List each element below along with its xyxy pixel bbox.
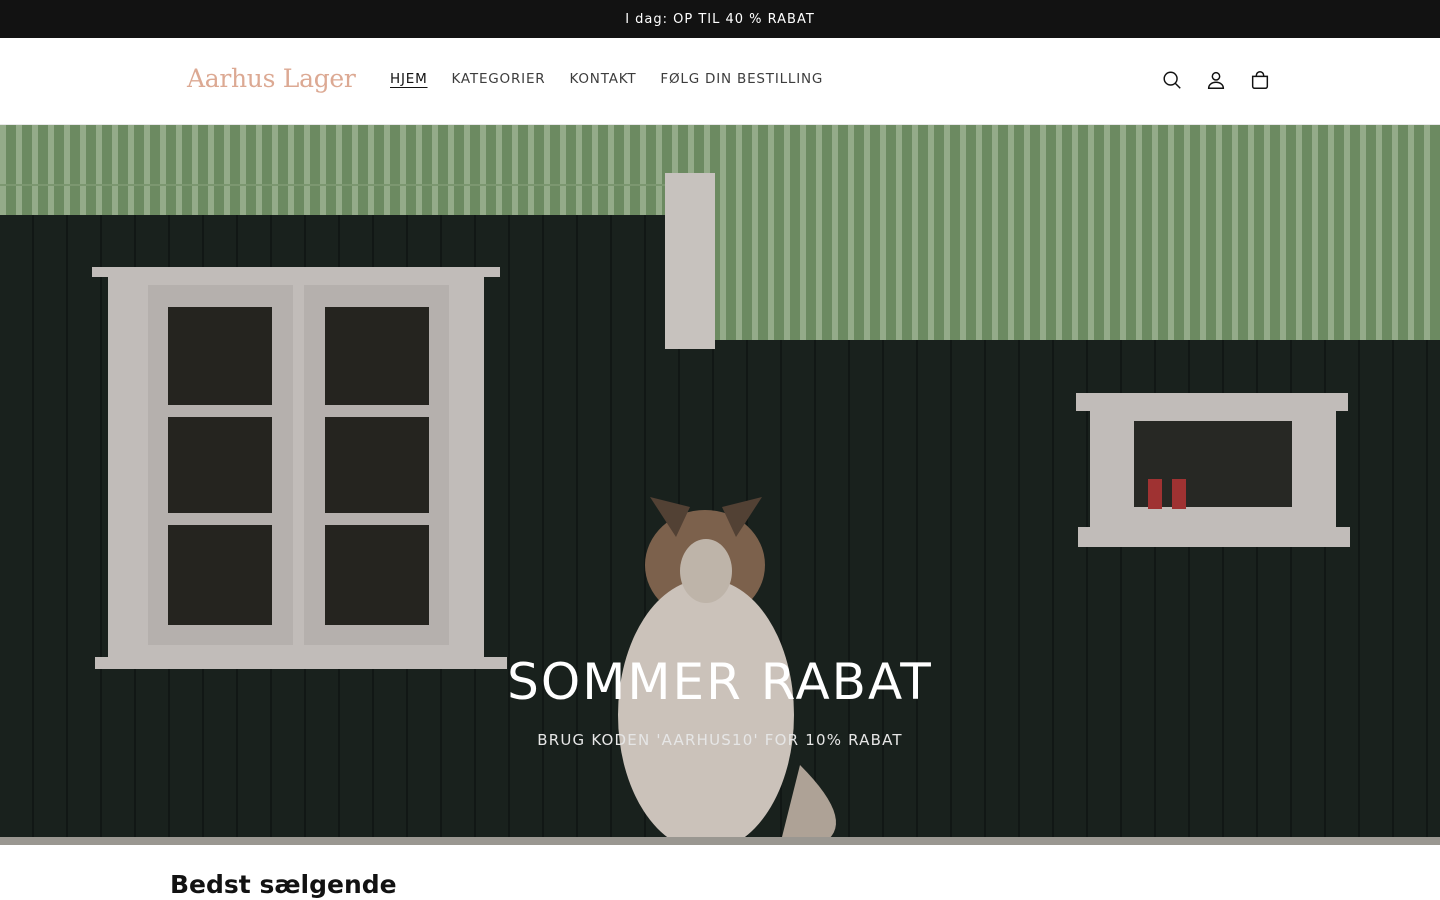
hero-title: SOMMER RABAT bbox=[507, 653, 933, 711]
bestsellers-heading: Bedst sælgende bbox=[170, 870, 397, 899]
cart-icon[interactable] bbox=[1244, 64, 1276, 96]
main-nav: HJEM KATEGORIER KONTAKT FØLG DIN BESTILL… bbox=[390, 71, 823, 87]
hero-banner[interactable]: SOMMER RABAT BRUG KODEN 'AARHUS10' FOR 1… bbox=[0, 125, 1440, 845]
logo[interactable]: Aarhus Lager bbox=[187, 64, 356, 93]
hero-subtitle: BRUG KODEN 'AARHUS10' FOR 10% RABAT bbox=[537, 731, 903, 749]
nav-item-categories[interactable]: KATEGORIER bbox=[452, 71, 546, 87]
announcement-text: I dag: OP TIL 40 % RABAT bbox=[625, 11, 815, 27]
header-icons bbox=[1156, 64, 1276, 96]
search-icon[interactable] bbox=[1156, 64, 1188, 96]
account-icon[interactable] bbox=[1200, 64, 1232, 96]
site-header: Aarhus Lager HJEM KATEGORIER KONTAKT FØL… bbox=[0, 38, 1440, 125]
announcement-bar: I dag: OP TIL 40 % RABAT bbox=[0, 0, 1440, 38]
nav-item-contact[interactable]: KONTAKT bbox=[569, 71, 636, 87]
nav-item-track-order[interactable]: FØLG DIN BESTILLING bbox=[660, 71, 823, 87]
nav-item-home[interactable]: HJEM bbox=[390, 71, 428, 87]
